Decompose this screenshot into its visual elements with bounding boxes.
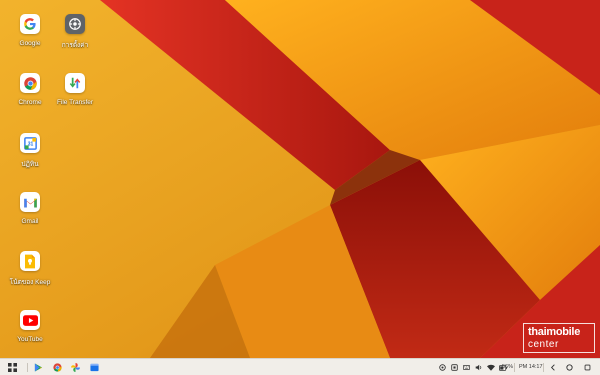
desktop-icon-gmail[interactable]: Gmail <box>0 192 60 225</box>
clock[interactable]: PM 14:17 <box>519 363 543 372</box>
tray-target-icon[interactable] <box>439 363 446 372</box>
wifi-icon[interactable] <box>487 363 495 372</box>
play-store-icon <box>34 363 43 372</box>
google-icon <box>20 14 40 34</box>
desktop-icon-calendar[interactable]: 31 ปฏิทิน <box>0 133 60 169</box>
desktop-icon-file-transfer[interactable]: File Transfer <box>45 73 105 106</box>
desktop-icon-keep[interactable]: โน้ตของ Keep <box>0 251 60 287</box>
photos-icon <box>71 363 80 372</box>
youtube-icon <box>20 310 40 330</box>
desktop-icon-label: YouTube <box>17 336 43 343</box>
taskbar-app-photos[interactable] <box>70 362 81 373</box>
tray-keyboard-icon[interactable] <box>463 363 470 372</box>
tray-divider <box>543 363 544 372</box>
taskbar-app-play-store[interactable] <box>33 362 44 373</box>
volume-icon[interactable] <box>475 363 482 372</box>
watermark-line1: thaimobile <box>528 326 581 338</box>
desktop-wallpaper <box>0 0 600 358</box>
recents-button[interactable] <box>584 363 591 372</box>
calendar-day-number: 31 <box>27 141 33 147</box>
gmail-icon <box>20 192 40 212</box>
desktop-icon-youtube[interactable]: YouTube <box>0 310 60 343</box>
back-button[interactable] <box>549 363 556 372</box>
desktop-icon-label: File Transfer <box>56 99 94 106</box>
taskbar: 56% PM 14:17 <box>0 358 600 375</box>
tray-screen-icon[interactable] <box>451 363 458 372</box>
desktop-icon-label: Google <box>19 40 41 47</box>
watermark-line2: center <box>528 339 559 350</box>
taskbar-divider <box>27 363 28 372</box>
settings-icon <box>65 14 85 34</box>
start-grid-icon <box>8 363 17 372</box>
watermark-logo: thaimobile center <box>523 323 595 353</box>
desktop-icon-label: การตั้งค่า <box>61 42 89 49</box>
desktop-icon-label: Chrome <box>18 99 42 106</box>
start-button[interactable] <box>7 362 18 373</box>
calendar-icon: 31 <box>20 133 40 153</box>
chrome-icon <box>53 363 62 372</box>
recents-icon <box>584 364 591 371</box>
chevron-left-icon <box>550 364 555 371</box>
chrome-icon <box>20 73 40 93</box>
home-circle-icon <box>566 364 573 371</box>
tray-divider <box>514 363 515 372</box>
taskbar-app-chrome[interactable] <box>52 362 63 373</box>
taskbar-app-files[interactable] <box>89 362 100 373</box>
desktop-icon-label: Gmail <box>21 218 39 225</box>
desktop-icon-label: ปฏิทิน <box>21 161 39 168</box>
desktop-icon-settings[interactable]: การตั้งค่า <box>45 14 105 50</box>
desktop-icon-label: โน้ตของ Keep <box>9 279 51 286</box>
battery-percent: 56% <box>502 364 514 370</box>
home-button[interactable] <box>566 363 573 372</box>
keep-icon <box>20 251 40 271</box>
files-icon <box>90 363 99 372</box>
file-transfer-icon <box>65 73 85 93</box>
